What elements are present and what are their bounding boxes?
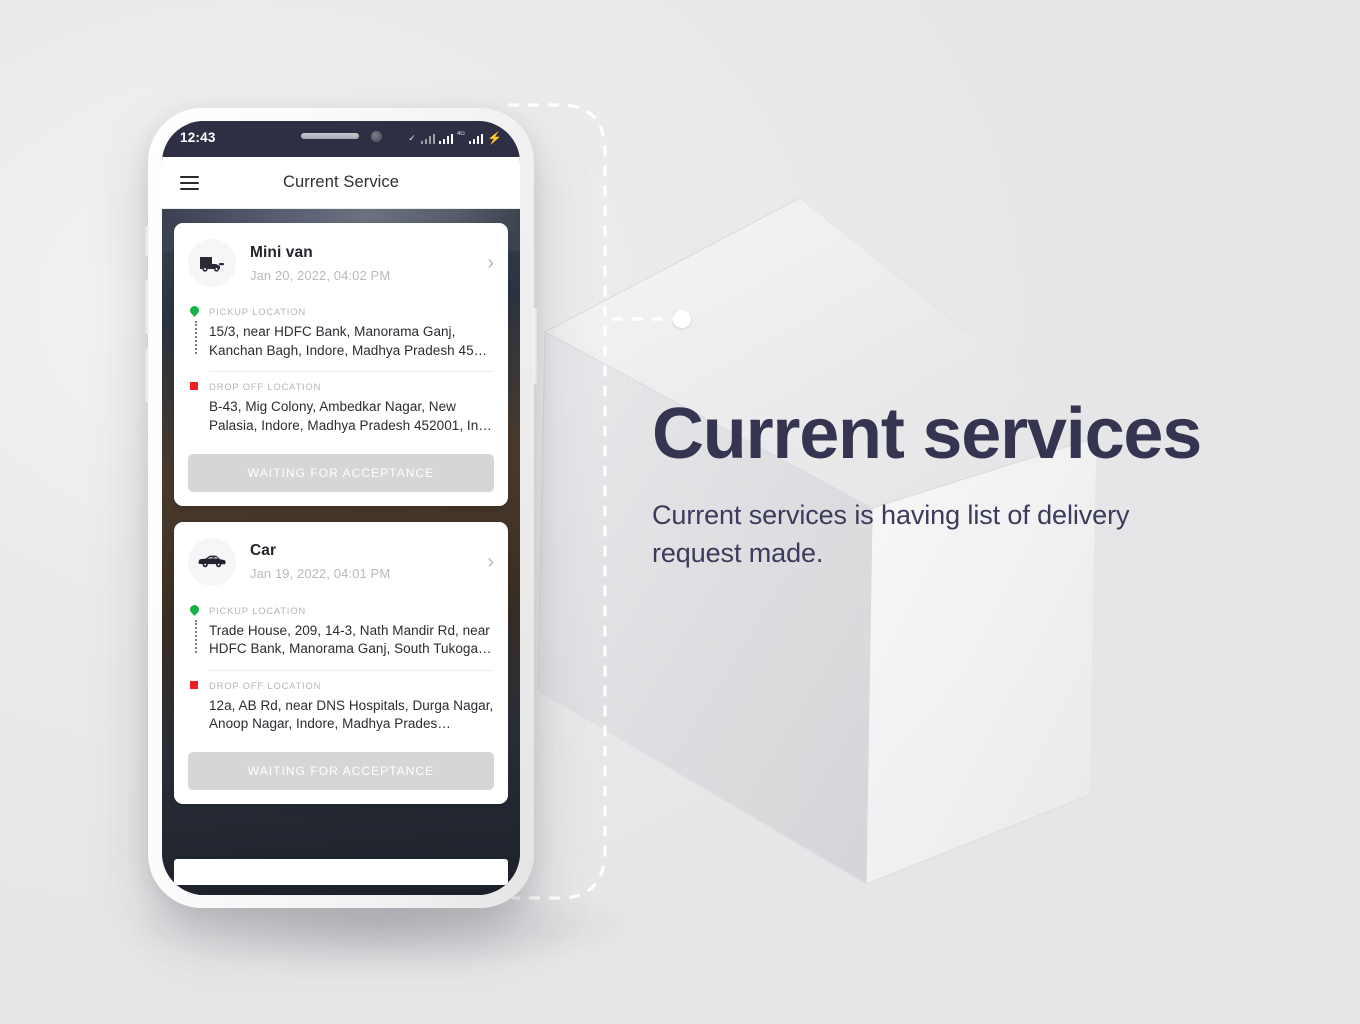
phone-notch <box>257 121 425 151</box>
battery-charging-icon: ⚡ <box>487 130 502 145</box>
feature-subcopy: Current services is having list of deliv… <box>652 500 1130 568</box>
pickup-address: 15/3, near HDFC Bank, Manorama Ganj, Kan… <box>209 324 488 358</box>
route-divider <box>209 669 494 671</box>
vehicle-name: Car <box>250 542 277 559</box>
phone-volume-down-button <box>145 348 149 402</box>
signal-bars-secondary-icon <box>468 133 484 144</box>
pickup-label: PICKUP LOCATION <box>209 605 306 617</box>
phone-mockup: 12:43 ✓ 4G ⚡ Current Service Mini van Ja… <box>145 108 537 908</box>
network-type-label: 4G <box>456 130 465 137</box>
square-marker-icon <box>190 382 198 391</box>
service-card[interactable]: Car Jan 19, 2022, 04:01 PM › PICKUP LOCA… <box>174 521 508 804</box>
callout-endpoint-dot <box>673 310 691 328</box>
dropoff-label: DROP OFF LOCATION <box>209 382 322 394</box>
page-title: Current Service <box>282 173 400 191</box>
service-datetime: Jan 19, 2022, 04:01 PM <box>250 566 391 581</box>
status-badge[interactable]: WAITING FOR ACCEPTANCE <box>188 453 494 492</box>
pickup-block: PICKUP LOCATION Trade House, 209, 14-3, … <box>188 602 494 671</box>
dropoff-block: DROP OFF LOCATION B-43, Mig Colony, Ambe… <box>188 382 494 435</box>
chevron-right-icon[interactable]: › <box>481 552 494 572</box>
car-icon <box>188 537 236 586</box>
map-pin-icon <box>188 602 201 616</box>
service-datetime: Jan 20, 2022, 04:02 PM <box>250 267 391 283</box>
route-divider <box>209 371 494 373</box>
square-marker-icon <box>190 680 198 689</box>
map-pin-icon <box>188 304 201 317</box>
chevron-right-icon[interactable]: › <box>481 253 494 273</box>
phone-screen: 12:43 ✓ 4G ⚡ Current Service Mini van Ja… <box>162 121 520 895</box>
check-icon: ✓ <box>408 132 416 143</box>
phone-power-button <box>533 308 537 384</box>
vehicle-name: Mini van <box>250 243 313 261</box>
status-bar: 12:43 ✓ 4G ⚡ <box>162 121 520 157</box>
dropoff-block: DROP OFF LOCATION 12a, AB Rd, near DNS H… <box>188 680 494 734</box>
service-card-meta: Car Jan 19, 2022, 04:01 PM <box>250 542 467 581</box>
current-service-list[interactable]: Mini van Jan 20, 2022, 04:02 PM › PICKUP… <box>162 209 520 895</box>
front-camera <box>370 130 382 142</box>
service-card-meta: Mini van Jan 20, 2022, 04:02 PM <box>250 244 467 283</box>
phone-mute-switch <box>145 226 149 256</box>
service-card-header: Mini van Jan 20, 2022, 04:02 PM › <box>188 239 494 291</box>
feature-headline: Current services <box>652 394 1202 474</box>
hamburger-menu-icon[interactable] <box>180 175 199 190</box>
status-badge[interactable]: WAITING FOR ACCEPTANCE <box>188 752 494 790</box>
dropoff-label: DROP OFF LOCATION <box>209 680 322 692</box>
signal-bars-icon <box>438 133 453 144</box>
home-indicator <box>174 859 508 885</box>
status-bar-icons: ✓ 4G ⚡ <box>408 131 502 144</box>
route-dotted-line <box>194 321 197 355</box>
service-card-header: Car Jan 19, 2022, 04:01 PM › <box>188 537 494 590</box>
wifi-signal-icon <box>420 133 435 144</box>
pickup-block: PICKUP LOCATION 15/3, near HDFC Bank, Ma… <box>188 304 494 373</box>
pickup-label: PICKUP LOCATION <box>209 307 306 318</box>
route-dotted-line <box>194 619 197 653</box>
earpiece-speaker <box>300 133 359 139</box>
service-card[interactable]: Mini van Jan 20, 2022, 04:02 PM › PICKUP… <box>174 223 508 506</box>
dropoff-address: B-43, Mig Colony, Ambedkar Nagar, New Pa… <box>209 399 492 433</box>
app-bar: Current Service <box>162 157 520 209</box>
van-icon <box>188 239 236 287</box>
pickup-address: Trade House, 209, 14-3, Nath Mandir Rd, … <box>209 622 492 657</box>
dropoff-address: 12a, AB Rd, near DNS Hospitals, Durga Na… <box>209 697 494 732</box>
phone-volume-up-button <box>145 280 149 334</box>
status-bar-time: 12:43 <box>180 129 216 145</box>
feature-copy: Current services Current services is hav… <box>652 394 1312 572</box>
